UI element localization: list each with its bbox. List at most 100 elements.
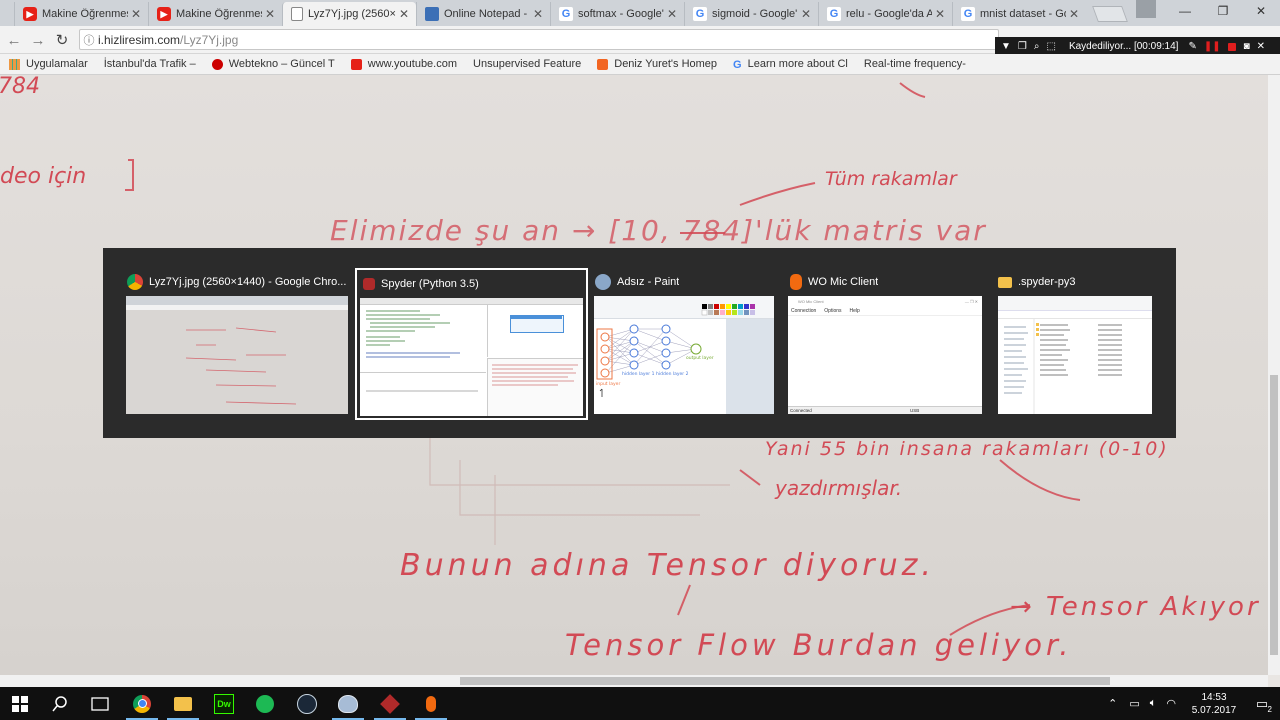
bookmark-item[interactable]: Real-time frequency- [0,58,966,142]
bookmark-label: Deniz Yuret's Homep [614,58,718,70]
url-path: /Lyz7Yj.jpg [180,32,239,47]
minimize-button[interactable]: — [1166,0,1204,22]
dropdown-arrow-icon[interactable]: ▼ [1001,41,1011,52]
window-icon[interactable]: ❐ [1018,41,1027,52]
bookmark-item[interactable]: G Learn more about Cl [733,58,848,71]
close-tab-icon[interactable]: ✕ [128,7,144,21]
whiteboard-text: Elimizde şu an → [10, 784]'lük matris va… [330,214,987,247]
bookmark-item[interactable]: Deniz Yuret's Homep [597,58,717,70]
new-tab-button[interactable] [1092,6,1128,22]
window-preview [126,296,348,414]
close-tab-icon[interactable]: ✕ [396,7,412,21]
browser-tab[interactable]: G softmax - Google' ✕ [550,2,684,26]
whiteboard-text: Tüm rakamlar [825,168,958,190]
preview-menu-item: Connection [791,307,817,314]
preview-title: WO Mic Client [798,298,824,304]
document-icon [291,7,303,21]
close-tab-icon[interactable]: ✕ [932,7,948,21]
close-icon[interactable]: ✕ [1257,41,1265,52]
preview-canvas-bg [726,319,774,414]
chrome-icon[interactable] [122,687,162,720]
task-switcher: Lyz7Yj.jpg (2560×1440) - Google Chro... … [103,248,1176,438]
close-tab-icon[interactable]: ✕ [1066,7,1082,21]
bookmark-item[interactable]: Webtekno – Güncel T [211,58,335,70]
whiteboard-text: 784 [0,75,40,99]
bookmark-label: Real-time frequency- [863,58,966,70]
spyder-icon[interactable] [370,687,410,720]
bookmark-apps[interactable]: Uygulamalar [9,58,88,70]
scrollbar-thumb[interactable] [1270,375,1278,655]
browser-tab[interactable]: G mnist dataset - Goo ✕ [952,2,1086,26]
preview-menu-item: Help [849,307,860,314]
browser-tab[interactable]: Online Notepad - ✕ [416,2,550,26]
reload-icon[interactable]: ↻ [52,30,72,50]
switcher-window-paint[interactable]: Adsız - Paint input layer hidden layer 1… [593,268,775,420]
zoom-icon[interactable]: ⌕ [1034,41,1040,52]
chevron-up-icon[interactable]: ⌃ [1108,697,1117,710]
browser-tab[interactable]: G relu - Google'da Ar ✕ [818,2,952,26]
bookmark-item[interactable]: İstanbul'da Trafik – [0,58,196,142]
bookmark-label: www.youtube.com [367,58,458,70]
maximize-button[interactable]: ❐ [1204,0,1242,22]
paint-icon[interactable] [328,687,368,720]
tab-title: sigmoid - Google' [712,8,798,20]
task-view-icon[interactable] [80,687,120,720]
battery-icon[interactable]: ▭ [1129,697,1139,710]
dreamweaver-icon[interactable]: Dw [204,687,244,720]
browser-tab[interactable]: G sigmoid - Google' ✕ [684,2,818,26]
bookmark-item[interactable]: Unsupervised Feature [0,58,581,142]
window-title: WO Mic Client [808,276,879,288]
pen-icon[interactable]: ✎ [1188,41,1196,52]
browser-tab[interactable]: ▶ Makine Öğrenmes ✕ [148,2,282,26]
forward-arrow-icon[interactable]: → [28,30,48,50]
youtube-icon: ▶ [23,7,37,21]
back-arrow-icon[interactable]: ← [4,30,24,50]
clock[interactable]: 14:53 5.07.2017 [1184,691,1244,717]
camera-icon[interactable]: ◙ [1244,41,1250,52]
close-tab-icon[interactable]: ✕ [262,7,278,21]
whiteboard-text: Tensor Flow Burdan geliyor. [565,628,1073,662]
stop-icon[interactable] [1227,42,1236,51]
info-icon[interactable]: ⓘ [80,32,98,48]
pause-icon[interactable]: ❚❚ [1204,41,1221,52]
select-region-icon[interactable]: ⬚ [1046,41,1055,52]
address-bar[interactable]: ⓘ i.hizliresim.com/Lyz7Yj.jpg [79,29,999,50]
close-tab-icon[interactable]: ✕ [664,7,680,21]
search-icon[interactable] [40,687,80,720]
window-header: Lyz7Yj.jpg (2560×1440) - Google Chro... [127,274,346,290]
switcher-window-spyder[interactable]: Spyder (Python 3.5) [355,268,588,420]
switcher-window-explorer[interactable]: .spyder-py3 [996,268,1156,420]
action-center-icon[interactable]: ▭ 2 [1244,687,1280,720]
close-tab-icon[interactable]: ✕ [530,7,546,21]
switcher-window-chrome[interactable]: Lyz7Yj.jpg (2560×1440) - Google Chro... [123,268,353,420]
close-tab-icon[interactable]: ✕ [798,7,814,21]
volume-icon[interactable]: 🔈︎ [1150,697,1157,710]
vertical-scrollbar[interactable] [1268,75,1280,675]
spotify-icon[interactable] [245,687,285,720]
preview-menu-item: Options [824,307,842,314]
user-profile-icon[interactable] [1136,0,1156,18]
window-title: Lyz7Yj.jpg (2560×1440) - Google Chro... [149,276,347,288]
url-text: i.hizliresim.com/Lyz7Yj.jpg [98,33,238,47]
switcher-window-womic[interactable]: WO Mic Client WO Mic Client — ❐ ✕ Connect… [788,268,984,420]
folder-icon [998,276,1012,288]
scrollbar-thumb[interactable] [460,677,1110,685]
close-window-button[interactable]: ✕ [1242,0,1280,22]
file-explorer-icon[interactable] [163,687,203,720]
wifi-icon[interactable]: ◠ [1166,697,1176,710]
steam-icon[interactable] [287,687,327,720]
bookmark-item[interactable]: www.youtube.com [350,58,458,70]
preview-file-list [1004,319,1122,414]
preview-addressbar [998,311,1152,319]
start-icon[interactable] [0,687,40,720]
bookmarks-bar: Uygulamalar İstanbul'da Trafik – Webtekn… [0,54,1280,142]
ink-stroke [899,82,926,98]
paint-hidden2-label: hidden layer 2 [656,371,689,377]
microphone-icon[interactable] [411,687,451,720]
whiteboard-text: yazdırmışlar. [774,476,902,500]
browser-tab[interactable]: ▶ Makine Öğrenmes ✕ [14,2,148,26]
ink-arrow [999,459,1081,501]
horizontal-scrollbar[interactable] [0,675,1268,687]
clock-date: 5.07.2017 [1191,704,1237,716]
browser-tab-active[interactable]: Lyz7Yj.jpg (2560×14 ✕ [282,2,416,26]
